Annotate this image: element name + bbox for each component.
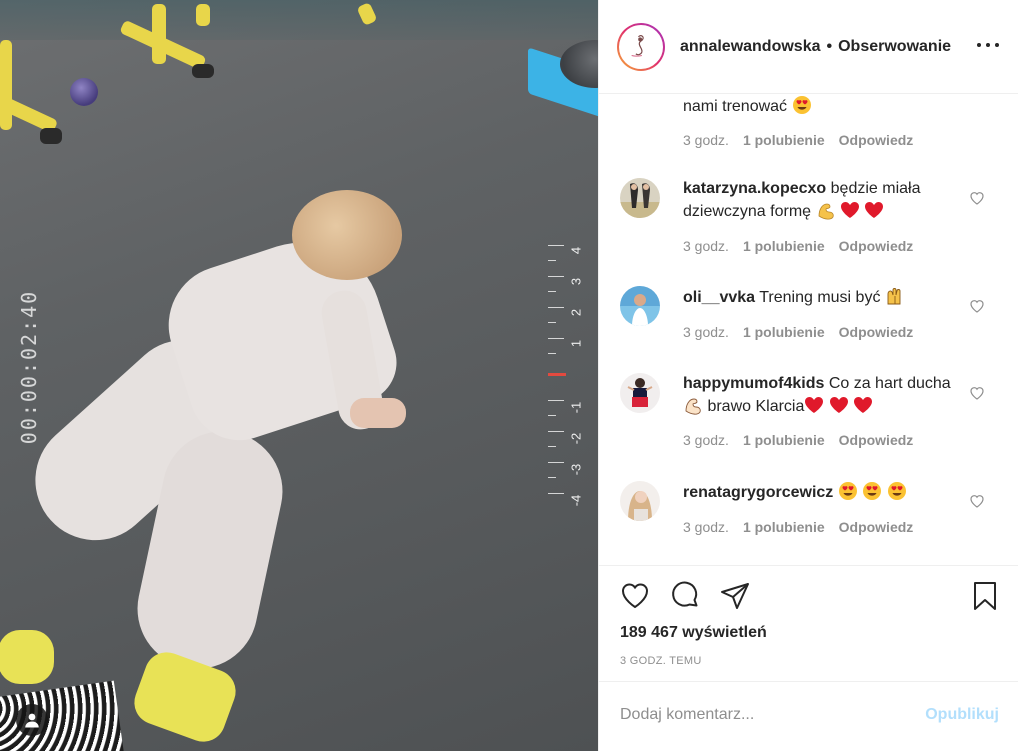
heart-icon[interactable] <box>969 493 985 509</box>
comment-reply-button[interactable]: Odpowiedz <box>839 432 914 448</box>
comment-time: 3 godz. <box>683 519 729 535</box>
comment-likes[interactable]: 1 polubienie <box>743 519 825 535</box>
heart-eyes-emoji-icon <box>863 482 882 500</box>
comment-text-partial: nami trenować <box>683 95 812 116</box>
ruler-label: 4 <box>568 246 584 255</box>
comment-body: Co za hart ducha <box>828 375 951 392</box>
comment-text: happymumof4kids Co za hart ducha brawo K… <box>683 373 961 418</box>
child-figure-head <box>292 190 402 280</box>
comments-list[interactable]: nami trenować 3 godz. 1 polubienie Odpow… <box>599 95 1018 565</box>
add-comment-bar: Dodaj komentarz... Opublikuj <box>599 681 1018 751</box>
child-figure-hand <box>350 398 406 428</box>
following-button[interactable]: Obserwowanie <box>838 38 951 56</box>
hurdle <box>196 4 210 26</box>
red-heart-emoji-icon <box>854 397 873 413</box>
ruler-label: -2 <box>568 432 584 445</box>
red-heart-emoji-icon <box>829 397 848 413</box>
flexed-biceps-emoji-icon <box>818 203 834 220</box>
ruler-label: -3 <box>568 463 584 476</box>
comment-reply-button[interactable]: Odpowiedz <box>839 132 914 148</box>
comment-username[interactable]: katarzyna.kopecxo <box>683 180 826 197</box>
comment-meta: 3 godz. 1 polubienie Odpowiedz <box>683 519 913 535</box>
user-icon <box>25 713 39 728</box>
massage-ball <box>70 78 98 106</box>
comment-text: renatagrygorcewicz <box>683 481 961 504</box>
header-separator: • <box>826 37 833 55</box>
child-shoe <box>0 630 54 684</box>
comment-reply-button[interactable]: Odpowiedz <box>839 324 914 340</box>
ruler-label: -1 <box>568 401 584 414</box>
comment-time: 3 godz. <box>683 432 729 448</box>
flexed-biceps-emoji-icon <box>685 398 701 415</box>
heart-eyes-emoji-icon <box>838 482 857 500</box>
comment-body: nami trenować <box>683 98 788 115</box>
raising-hands-emoji-icon <box>887 288 901 305</box>
commenter-avatar[interactable] <box>620 481 660 521</box>
bookmark-icon[interactable] <box>969 580 1001 612</box>
comment-text: katarzyna.kopecxo będzie miała dziewczyn… <box>683 178 961 223</box>
post-side-panel: annalewandowska • Obserwowanie nami tren… <box>598 0 1018 751</box>
hurdle <box>0 40 12 130</box>
commenter-avatar[interactable] <box>620 373 660 413</box>
commenter-avatar[interactable] <box>620 286 660 326</box>
comment-likes[interactable]: 1 polubienie <box>743 432 825 448</box>
comment-reply-button[interactable]: Odpowiedz <box>839 238 914 254</box>
comment-likes[interactable]: 1 polubienie <box>743 238 825 254</box>
commenter-avatar[interactable] <box>620 178 660 218</box>
tagged-users-button[interactable] <box>16 704 48 736</box>
comment-text: oli__vvka Trening musi być <box>683 286 961 309</box>
ruler-label: 2 <box>568 308 584 317</box>
comment-icon[interactable] <box>669 580 701 612</box>
red-heart-emoji-icon <box>805 397 824 413</box>
heart-eyes-emoji-icon <box>792 96 811 114</box>
comment-likes[interactable]: 1 polubienie <box>743 324 825 340</box>
more-dots-icon[interactable] <box>977 38 999 52</box>
comment-body: Trening musi być <box>759 289 881 306</box>
post-timestamp[interactable]: 3 GODZ. TEMU <box>620 655 702 667</box>
author-logo-icon <box>624 30 658 63</box>
author-avatar[interactable] <box>617 22 665 71</box>
comment-body-continued: brawo Klarcia <box>707 398 805 415</box>
hurdle-foot <box>40 128 62 144</box>
comment-meta: 3 godz. 1 polubienie Odpowiedz <box>683 432 913 448</box>
heart-icon[interactable] <box>969 298 985 314</box>
post-actions: 189 467 wyświetleń 3 GODZ. TEMU <box>599 565 1018 680</box>
video-background-wall <box>0 0 598 40</box>
post-header: annalewandowska • Obserwowanie <box>599 0 1018 94</box>
comment-likes[interactable]: 1 polubienie <box>743 132 825 148</box>
heart-icon[interactable] <box>969 385 985 401</box>
comment-username[interactable]: oli__vvka <box>683 289 755 306</box>
red-heart-emoji-icon <box>865 202 884 218</box>
comment-reply-button[interactable]: Odpowiedz <box>839 519 914 535</box>
heart-eyes-emoji-icon <box>887 482 906 500</box>
ruler-label: 1 <box>568 339 584 348</box>
comment-meta: 3 godz. 1 polubienie Odpowiedz <box>683 324 913 340</box>
ruler-label: 3 <box>568 277 584 286</box>
comment-time: 3 godz. <box>683 238 729 254</box>
views-count[interactable]: 189 467 wyświetleń <box>620 624 767 642</box>
red-heart-emoji-icon <box>840 202 859 218</box>
comment-time: 3 godz. <box>683 132 729 148</box>
author-username[interactable]: annalewandowska <box>680 38 821 56</box>
ruler-label: -4 <box>568 494 584 507</box>
video-timer-overlay: 00:00:02:40 <box>17 289 42 445</box>
comment-meta: 3 godz. 1 polubienie Odpowiedz <box>683 238 913 254</box>
heart-icon[interactable] <box>619 580 651 612</box>
comment-username[interactable]: happymumof4kids <box>683 375 824 392</box>
publish-button[interactable]: Opublikuj <box>925 706 999 724</box>
ruler-marker <box>548 373 566 376</box>
paper-plane-icon[interactable] <box>719 580 751 612</box>
heart-icon[interactable] <box>969 190 985 206</box>
hurdle-foot <box>192 64 214 78</box>
video-ruler-overlay: 4 3 2 1 -1 -2 -3 -4 <box>548 245 584 515</box>
comment-username[interactable]: renatagrygorcewicz <box>683 484 833 501</box>
comment-input[interactable]: Dodaj komentarz... <box>620 706 754 724</box>
post-video[interactable]: 00:00:02:40 4 3 2 1 -1 -2 -3 -4 <box>0 0 598 751</box>
comment-meta: 3 godz. 1 polubienie Odpowiedz <box>683 132 913 148</box>
comment-time: 3 godz. <box>683 324 729 340</box>
